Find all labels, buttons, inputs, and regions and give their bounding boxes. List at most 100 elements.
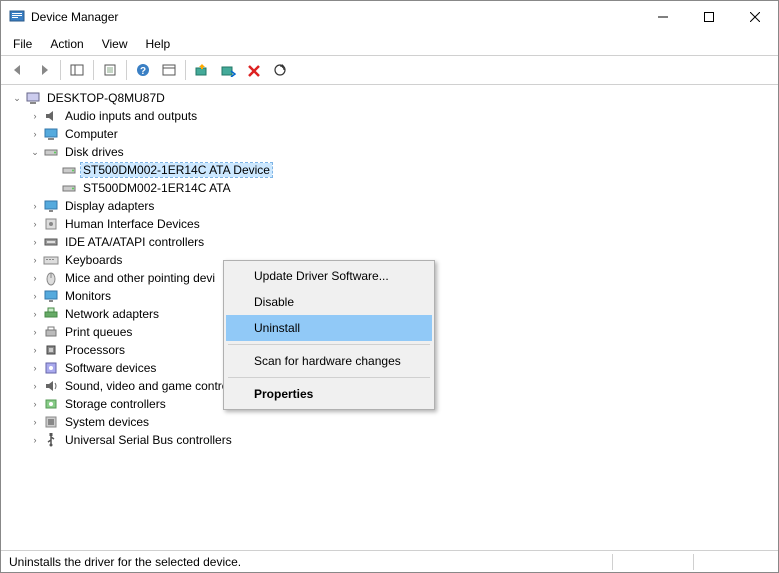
collapse-icon[interactable]: ⌄ <box>9 90 25 106</box>
ctx-properties[interactable]: Properties <box>226 381 432 407</box>
ctx-uninstall[interactable]: Uninstall <box>226 315 432 341</box>
system-icon <box>43 414 59 430</box>
tree-node[interactable]: › Audio inputs and outputs <box>5 107 778 125</box>
tree-node[interactable]: › IDE ATA/ATAPI controllers <box>5 233 778 251</box>
toolbar-separator <box>126 60 127 80</box>
collapse-icon[interactable]: ⌄ <box>27 144 43 160</box>
close-button[interactable] <box>732 1 778 33</box>
node-label: DESKTOP-Q8MU87D <box>45 91 167 105</box>
sound-icon <box>43 378 59 394</box>
audio-icon <box>43 108 59 124</box>
uninstall-button[interactable] <box>242 58 266 82</box>
keyboard-icon <box>43 252 59 268</box>
node-label: Disk drives <box>63 145 126 159</box>
node-label: Mice and other pointing devi <box>63 271 217 285</box>
node-label: Processors <box>63 343 127 357</box>
tree-root-node[interactable]: ⌄ DESKTOP-Q8MU87D <box>5 89 778 107</box>
expand-icon[interactable]: › <box>27 288 43 304</box>
expand-icon[interactable]: › <box>27 378 43 394</box>
node-label: Computer <box>63 127 120 141</box>
back-button[interactable] <box>6 58 30 82</box>
toolbar-separator <box>60 60 61 80</box>
toolbar-separator <box>93 60 94 80</box>
tree-node[interactable]: › Computer <box>5 125 778 143</box>
expand-icon[interactable]: › <box>27 108 43 124</box>
ctx-disable[interactable]: Disable <box>226 289 432 315</box>
expand-icon[interactable]: › <box>27 198 43 214</box>
tree-child-node[interactable]: ST500DM002-1ER14C ATA Device <box>5 161 778 179</box>
expand-icon[interactable]: › <box>27 414 43 430</box>
tree-node[interactable]: › Human Interface Devices <box>5 215 778 233</box>
software-icon <box>43 360 59 376</box>
node-label: ST500DM002-1ER14C ATA <box>81 181 233 195</box>
properties-button[interactable] <box>98 58 122 82</box>
menu-help[interactable]: Help <box>138 35 179 53</box>
disk-icon <box>61 180 77 196</box>
expand-icon[interactable]: › <box>27 126 43 142</box>
ide-icon <box>43 234 59 250</box>
network-icon <box>43 306 59 322</box>
node-label: IDE ATA/ATAPI controllers <box>63 235 206 249</box>
tree-node[interactable]: › System devices <box>5 413 778 431</box>
node-label: Keyboards <box>63 253 124 267</box>
expand-icon[interactable]: › <box>27 234 43 250</box>
menu-file[interactable]: File <box>5 35 40 53</box>
node-label: Network adapters <box>63 307 161 321</box>
show-hide-tree-button[interactable] <box>65 58 89 82</box>
expand-icon[interactable]: › <box>27 216 43 232</box>
toolbar: ? <box>1 55 778 85</box>
update-driver-button[interactable] <box>190 58 214 82</box>
expand-icon[interactable]: › <box>27 342 43 358</box>
help-button[interactable]: ? <box>131 58 155 82</box>
device-tree[interactable]: ⌄ DESKTOP-Q8MU87D › Audio inputs and outp… <box>1 85 778 550</box>
ctx-separator <box>228 377 430 378</box>
tree-node[interactable]: ⌄ Disk drives <box>5 143 778 161</box>
cpu-icon <box>43 342 59 358</box>
maximize-button[interactable] <box>686 1 732 33</box>
expand-icon[interactable]: › <box>27 432 43 448</box>
svg-text:?: ? <box>140 66 146 77</box>
node-label: Display adapters <box>63 199 156 213</box>
node-label: Audio inputs and outputs <box>63 109 199 123</box>
expand-icon[interactable]: › <box>27 306 43 322</box>
node-label: Software devices <box>63 361 158 375</box>
tree-node[interactable]: ›Universal Serial Bus controllers <box>5 431 778 449</box>
expand-icon[interactable]: › <box>27 252 43 268</box>
status-text: Uninstalls the driver for the selected d… <box>5 555 612 569</box>
computer-icon <box>43 126 59 142</box>
node-label: Human Interface Devices <box>63 217 202 231</box>
node-label: Storage controllers <box>63 397 168 411</box>
action-button[interactable] <box>157 58 181 82</box>
storage-icon <box>43 396 59 412</box>
node-label: Monitors <box>63 289 113 303</box>
scan-hardware-button[interactable] <box>268 58 292 82</box>
toolbar-separator <box>185 60 186 80</box>
expand-icon[interactable]: › <box>27 324 43 340</box>
menubar: File Action View Help <box>1 33 778 55</box>
node-label: Print queues <box>63 325 134 339</box>
expand-icon[interactable]: › <box>27 360 43 376</box>
computer-icon <box>25 90 41 106</box>
statusbar: Uninstalls the driver for the selected d… <box>1 550 778 572</box>
hid-icon <box>43 216 59 232</box>
expand-icon[interactable]: › <box>27 270 43 286</box>
monitor-icon <box>43 288 59 304</box>
ctx-update-driver[interactable]: Update Driver Software... <box>226 263 432 289</box>
disk-icon <box>61 162 77 178</box>
app-icon <box>9 9 25 25</box>
expand-icon[interactable]: › <box>27 396 43 412</box>
display-icon <box>43 198 59 214</box>
node-label: System devices <box>63 415 151 429</box>
menu-view[interactable]: View <box>94 35 136 53</box>
ctx-separator <box>228 344 430 345</box>
tree-child-node[interactable]: ST500DM002-1ER14C ATA <box>5 179 778 197</box>
forward-button[interactable] <box>32 58 56 82</box>
tree-node[interactable]: › Display adapters <box>5 197 778 215</box>
menu-action[interactable]: Action <box>42 35 91 53</box>
titlebar[interactable]: Device Manager <box>1 1 778 33</box>
ctx-scan[interactable]: Scan for hardware changes <box>226 348 432 374</box>
window-title: Device Manager <box>31 10 640 24</box>
disable-button[interactable] <box>216 58 240 82</box>
minimize-button[interactable] <box>640 1 686 33</box>
mouse-icon <box>43 270 59 286</box>
